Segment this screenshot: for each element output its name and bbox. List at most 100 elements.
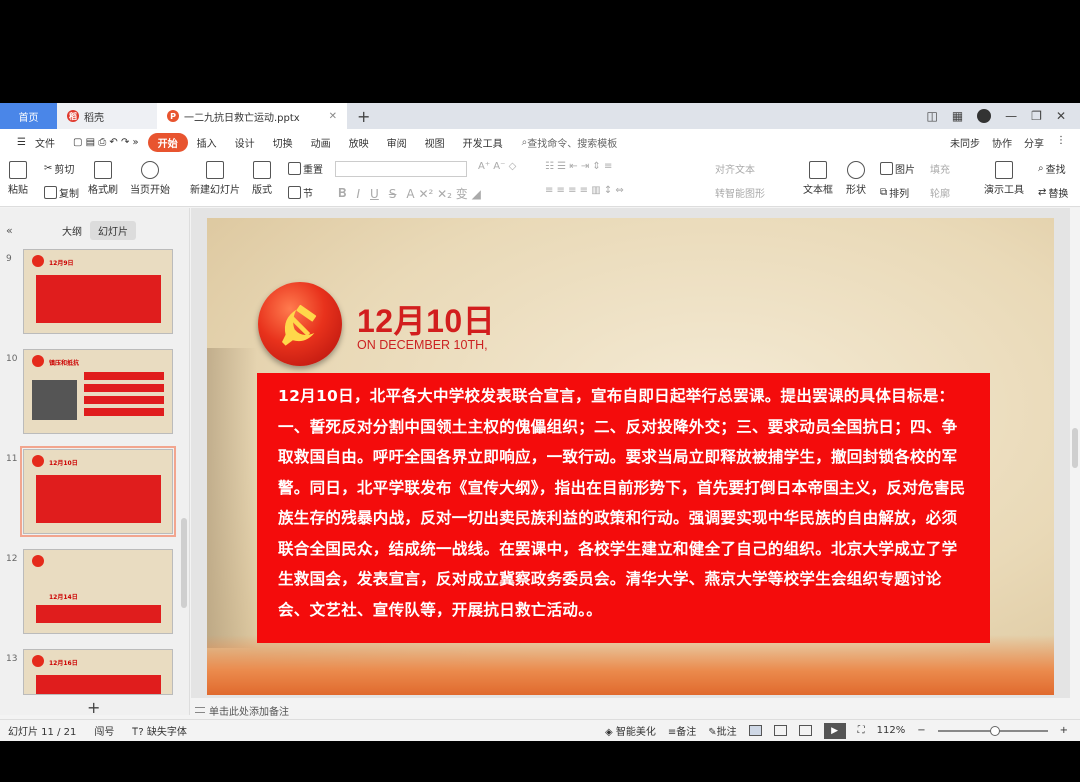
list-buttons[interactable]: ☷ ☰ ⇤ ⇥ ⇕ ≡	[545, 161, 612, 172]
notes-button[interactable]: ≡备注	[668, 723, 696, 738]
comments-button[interactable]: ✎批注	[708, 723, 736, 738]
paste-button[interactable]: 粘贴	[8, 161, 28, 196]
zoom-knob[interactable]	[989, 725, 1000, 736]
sorter-view-icon[interactable]	[773, 725, 787, 736]
avatar[interactable]	[977, 109, 992, 123]
shape-button[interactable]: 形状	[846, 161, 866, 196]
play-slideshow-icon[interactable]: ▶	[823, 722, 846, 739]
ppt-file-icon: P	[167, 110, 179, 122]
hamburger-icon[interactable]: ☰	[8, 137, 35, 148]
close-tab-icon[interactable]: ✕	[329, 111, 337, 122]
missing-fonts-button[interactable]: Ꭲ? 缺失字体	[132, 723, 187, 738]
search-icon[interactable]: ⌕	[512, 137, 528, 148]
zoom-in-icon[interactable]: +	[1060, 725, 1068, 736]
menu-developer[interactable]: 开发工具	[454, 135, 512, 150]
minimize-icon[interactable]: —	[1005, 109, 1017, 123]
grip-icon[interactable]	[195, 707, 205, 713]
close-icon[interactable]: ✕	[1056, 109, 1066, 123]
tab-slides[interactable]: 幻灯片	[90, 220, 136, 240]
slide-thumbnail-11[interactable]: 12月10日	[20, 446, 176, 537]
slide-subtitle[interactable]: ON DECEMBER 10TH,	[357, 338, 488, 352]
menu-view[interactable]: 视图	[416, 135, 454, 150]
section-button[interactable]: 节	[288, 185, 313, 200]
layout-button[interactable]: 版式	[252, 161, 272, 196]
menu-review[interactable]: 审阅	[378, 135, 416, 150]
textbox-button[interactable]: 文本框	[803, 161, 833, 196]
menu-slideshow[interactable]: 放映	[340, 135, 378, 150]
restore-icon[interactable]: ❐	[1031, 109, 1042, 123]
menu-file[interactable]: 文件	[35, 135, 64, 150]
share-button[interactable]: 分享	[1024, 135, 1044, 150]
tab-outline[interactable]: 大纲	[54, 221, 90, 240]
outline-button[interactable]: 轮廓	[930, 185, 950, 200]
fit-icon[interactable]: ⛶	[858, 725, 865, 736]
copy-button[interactable]: 复制	[44, 185, 79, 200]
notes-area[interactable]: 单击此处添加备注	[191, 703, 1071, 718]
layout-icon[interactable]: ◫	[926, 109, 937, 123]
menu-animation[interactable]: 动画	[302, 135, 340, 150]
picture-button[interactable]: 图片	[880, 161, 915, 176]
scroll-thumb[interactable]	[1072, 428, 1078, 468]
copy-icon	[44, 186, 57, 199]
apps-icon[interactable]: ▦	[952, 109, 963, 123]
add-slide-button[interactable]: +	[87, 698, 100, 717]
presentation-icon	[995, 161, 1013, 179]
presentation-tools-label: 演示工具	[984, 185, 1024, 196]
command-search[interactable]: 查找命令、搜索模板	[527, 135, 617, 150]
tab-home[interactable]: 首页	[0, 103, 57, 129]
menu-design[interactable]: 设计	[226, 135, 264, 150]
current-slide[interactable]: 12月10日 ON DECEMBER 10TH, 12月10日，北平各大中学校发…	[207, 218, 1054, 695]
presentation-tools-button[interactable]: 演示工具	[984, 161, 1024, 196]
smartart-button[interactable]: 转智能图形	[715, 185, 765, 200]
arrange-button[interactable]: ⧉ 排列	[880, 185, 909, 200]
notes-placeholder[interactable]: 单击此处添加备注	[209, 703, 289, 718]
fill-button[interactable]: 填充	[930, 161, 950, 176]
replace-label: 替换	[1048, 189, 1069, 200]
sync-status[interactable]: 未同步	[950, 135, 980, 150]
font-family-select[interactable]	[335, 161, 467, 177]
collapse-panel-icon[interactable]: «	[6, 224, 13, 237]
slide-title[interactable]: 12月10日	[357, 296, 495, 342]
menu-home[interactable]: 开始	[147, 132, 188, 152]
quick-toolbar-icons[interactable]: ▢ ▤ ⎙ ↶ ↷ »	[64, 137, 148, 148]
align-text-button[interactable]: 对齐文本	[715, 161, 755, 176]
font-size-icons[interactable]: A⁺ A⁻ ◇	[478, 161, 516, 172]
cut-button[interactable]: ✂ 剪切	[44, 161, 74, 176]
slide-thumbnail-10[interactable]: 镇压和抵抗	[23, 349, 173, 434]
zoom-slider[interactable]	[937, 725, 1048, 736]
thumb-bar	[84, 372, 164, 380]
party-emblem-icon	[32, 455, 44, 467]
slide-thumbnail-9[interactable]: 12月9日	[23, 249, 173, 334]
text-style-buttons[interactable]: 𝐁 I U S A ✕² ✕₂ 变 ◢	[338, 185, 481, 202]
thumb-textbox	[36, 475, 161, 523]
thumb-bar	[84, 384, 164, 392]
normal-view-icon[interactable]	[748, 725, 762, 736]
reading-view-icon[interactable]	[798, 725, 812, 736]
slide-thumbnail-13[interactable]: 12月16日	[23, 649, 173, 695]
zoom-out-icon[interactable]: −	[917, 725, 925, 736]
tab-docer[interactable]: 稻 稻壳	[57, 103, 157, 129]
collab-button[interactable]: 协作	[992, 135, 1012, 150]
panel-scrollbar[interactable]	[181, 518, 187, 608]
zoom-level[interactable]: 112%	[877, 725, 906, 736]
more-icon[interactable]: ⋮	[1056, 135, 1066, 150]
reset-button[interactable]: 重置	[288, 161, 323, 176]
theme-name[interactable]: 闯号	[94, 723, 114, 738]
replace-button[interactable]: ⇄ 替换	[1038, 185, 1068, 200]
slide-body-text[interactable]: 12月10日，北平各大中学校发表联合宣言，宣布自即日起举行总罢课。提出罢课的具体…	[278, 381, 973, 625]
menu-insert[interactable]: 插入	[188, 135, 226, 150]
slide-thumbnail-12[interactable]: 12月14日	[23, 549, 173, 634]
slide-body-textbox[interactable]: 12月10日，北平各大中学校发表联合宣言，宣布自即日起举行总罢课。提出罢课的具体…	[257, 373, 990, 643]
new-slide-button[interactable]: 新建幻灯片	[190, 161, 240, 196]
tab-document[interactable]: P 一二九抗日救亡运动.pptx ✕	[157, 103, 347, 129]
find-button[interactable]: ⌕ 查找	[1038, 161, 1066, 176]
new-tab-button[interactable]: +	[347, 103, 380, 129]
align-buttons[interactable]: ≡ ≡ ≡ ≡ ▥ ↕ ⇔	[545, 185, 624, 196]
start-current-label: 当页开始	[130, 185, 170, 196]
notes-label: 备注	[676, 727, 697, 738]
start-from-current-button[interactable]: 当页开始	[130, 161, 170, 196]
beautify-button[interactable]: ◈ 智能美化	[605, 723, 656, 738]
menu-transition[interactable]: 切换	[264, 135, 302, 150]
editor-scrollbar[interactable]	[1070, 208, 1080, 698]
format-painter-button[interactable]: 格式刷	[88, 161, 118, 196]
